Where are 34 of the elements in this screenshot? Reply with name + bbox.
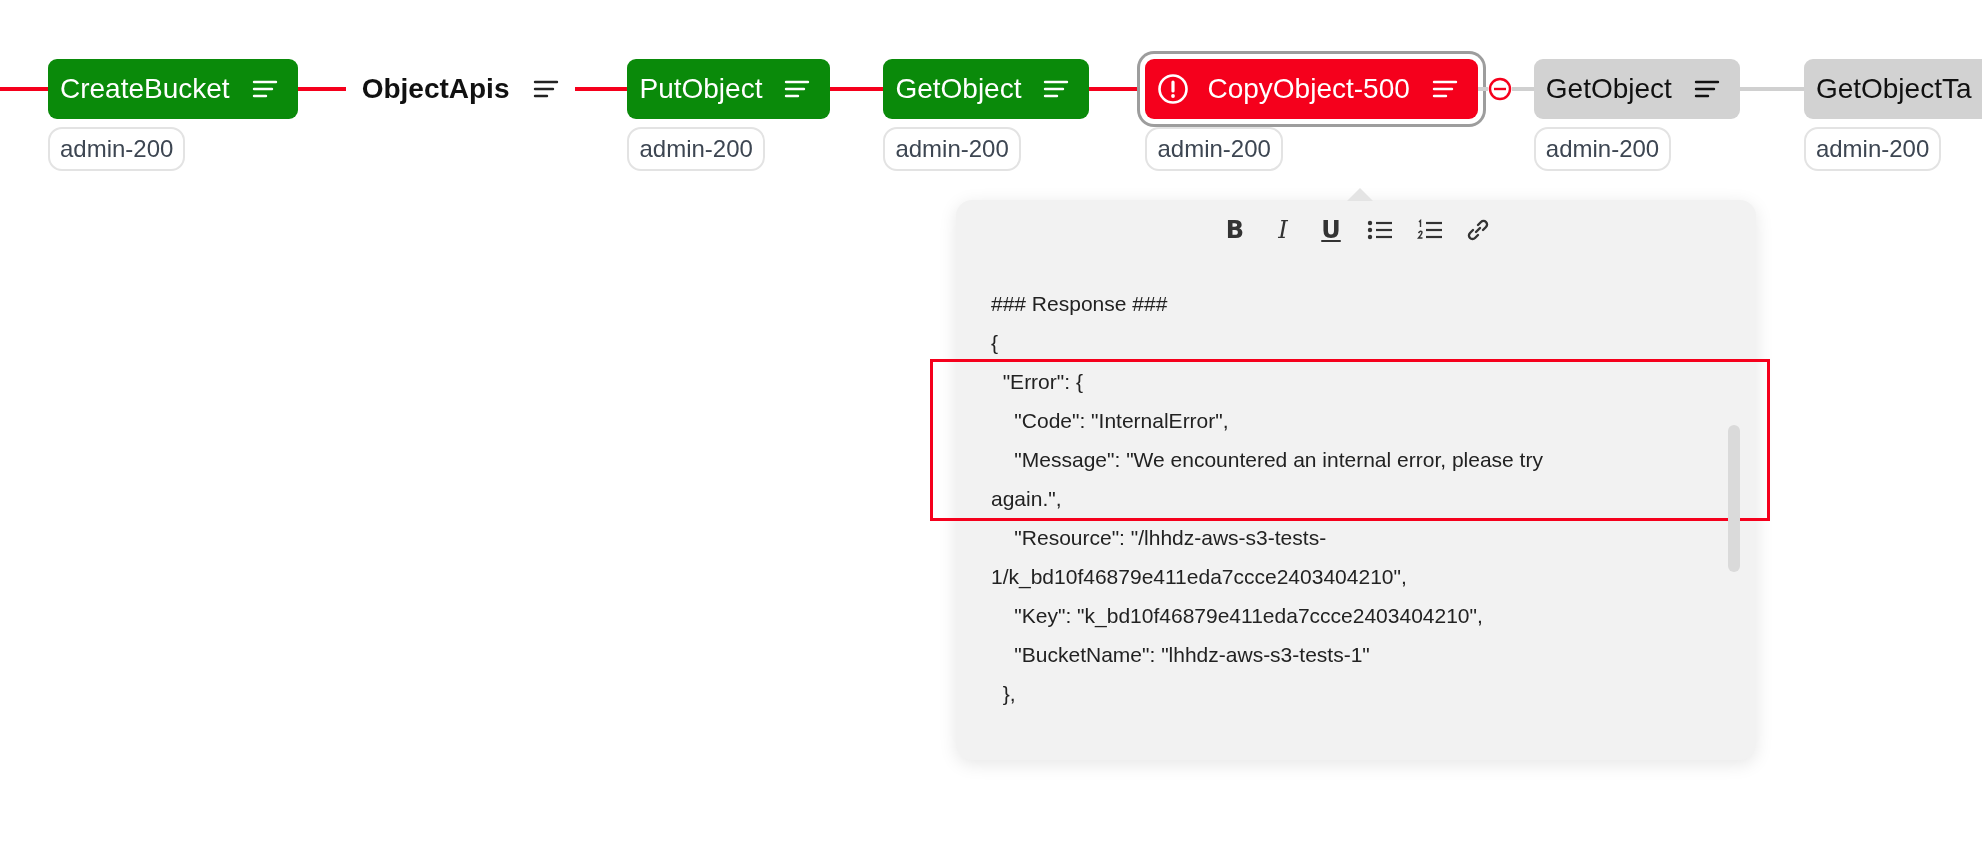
- group-label: ObjectApis: [361, 73, 510, 105]
- step-node[interactable]: GetObject: [1533, 59, 1740, 119]
- code-line: "Key": "k_bd10f46879e411eda7ccce2403404210",: [1013, 603, 1483, 630]
- code-line: ### Response ###: [991, 291, 1168, 317]
- code-line: "Resource": "/lhhdz-aws-s3-tests-: [1013, 525, 1327, 551]
- status-tag: admin-200: [1803, 127, 1942, 171]
- code-line: "BucketName": "lhhdz-aws-s3-tests-1": [1013, 642, 1370, 668]
- menu-icon[interactable]: [533, 79, 560, 99]
- bold-button[interactable]: B: [1223, 216, 1247, 244]
- code-line: },: [1001, 681, 1016, 707]
- popup-pointer: [1347, 188, 1373, 201]
- step-node[interactable]: GetObject: [883, 59, 1090, 119]
- bullet-list-icon[interactable]: [1367, 219, 1393, 241]
- menu-icon[interactable]: [1693, 79, 1720, 99]
- link-icon[interactable]: [1467, 218, 1489, 242]
- code-line: "Message": "We encountered an internal error, please try: [1013, 447, 1543, 473]
- exclamation-circle-icon: [1157, 73, 1190, 105]
- underline-button[interactable]: U: [1319, 216, 1343, 244]
- code-line: "Error": {: [1001, 369, 1083, 395]
- status-tag: admin-200: [1145, 127, 1283, 171]
- status-tag: admin-200: [48, 127, 186, 171]
- step-node[interactable]: GetObjectTa: [1803, 59, 1982, 119]
- code-line: 1/k_bd10f46879e411eda7ccce2403404210",: [991, 564, 1407, 591]
- code-line: "Code": "InternalError",: [1013, 408, 1229, 434]
- status-tag: admin-200: [627, 127, 765, 171]
- step-node[interactable]: PutObject: [627, 59, 831, 119]
- scrollbar-thumb[interactable]: [1728, 425, 1740, 572]
- italic-button[interactable]: I: [1271, 216, 1295, 244]
- status-tag: admin-200: [883, 127, 1021, 171]
- code-line: {: [991, 330, 998, 356]
- step-node[interactable]: CreateBucket: [48, 59, 298, 119]
- numbered-list-icon[interactable]: [1417, 219, 1443, 241]
- code-line: again.",: [991, 486, 1062, 512]
- status-tag: admin-200: [1533, 127, 1672, 171]
